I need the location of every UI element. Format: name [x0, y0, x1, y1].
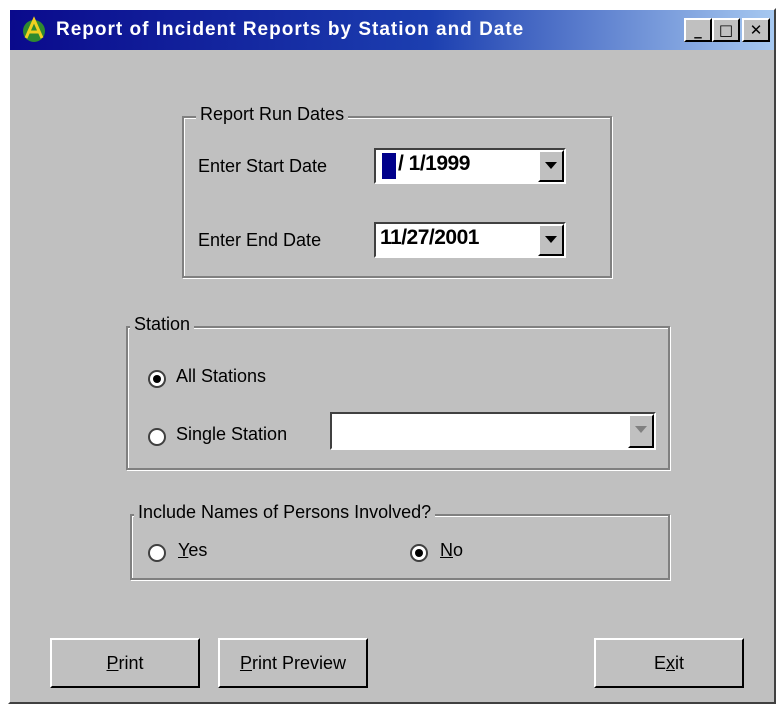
all-stations-label[interactable]: All Stations — [176, 366, 266, 387]
report-dates-legend: Report Run Dates — [196, 104, 349, 125]
exit-button[interactable]: Exit — [594, 638, 744, 688]
chevron-down-icon[interactable] — [538, 150, 564, 182]
include-names-group: Include Names of Persons Involved? — [130, 502, 670, 580]
all-stations-radio[interactable] — [148, 370, 166, 388]
single-station-radio[interactable] — [148, 428, 166, 446]
print-preview-button[interactable]: Print Preview — [218, 638, 368, 688]
names-no-radio[interactable] — [410, 544, 428, 562]
window-title: Report of Incident Reports by Station an… — [56, 19, 525, 40]
station-legend: Station — [130, 314, 195, 335]
names-yes-radio[interactable] — [148, 544, 166, 562]
minimize-button[interactable]: _ — [684, 18, 712, 42]
start-date-label: Enter Start Date — [198, 156, 328, 176]
app-icon — [23, 16, 45, 42]
close-button[interactable]: ✕ — [742, 18, 770, 42]
end-date-label: Enter End Date — [198, 230, 322, 250]
include-names-legend: Include Names of Persons Involved? — [134, 502, 436, 523]
end-date-dropdown[interactable]: 11/27/2001 — [374, 222, 566, 258]
text-selection-highlight — [382, 153, 396, 179]
start-date-value: / 1/1999 — [398, 152, 470, 175]
title-bar[interactable]: Report of Incident Reports by Station an… — [10, 10, 774, 50]
chevron-down-icon[interactable] — [538, 224, 564, 256]
print-button[interactable]: Print — [50, 638, 200, 688]
names-no-label[interactable]: No — [440, 540, 463, 561]
report-window: Report of Incident Reports by Station an… — [8, 8, 776, 704]
start-date-dropdown[interactable]: / 1/1999 — [374, 148, 566, 184]
chevron-down-icon[interactable] — [628, 414, 654, 448]
end-date-value: 11/27/2001 — [380, 226, 479, 249]
station-dropdown[interactable] — [330, 412, 656, 450]
single-station-label[interactable]: Single Station — [176, 424, 287, 445]
names-yes-label[interactable]: Yes — [178, 540, 207, 561]
maximize-button[interactable]: □ — [712, 18, 740, 42]
